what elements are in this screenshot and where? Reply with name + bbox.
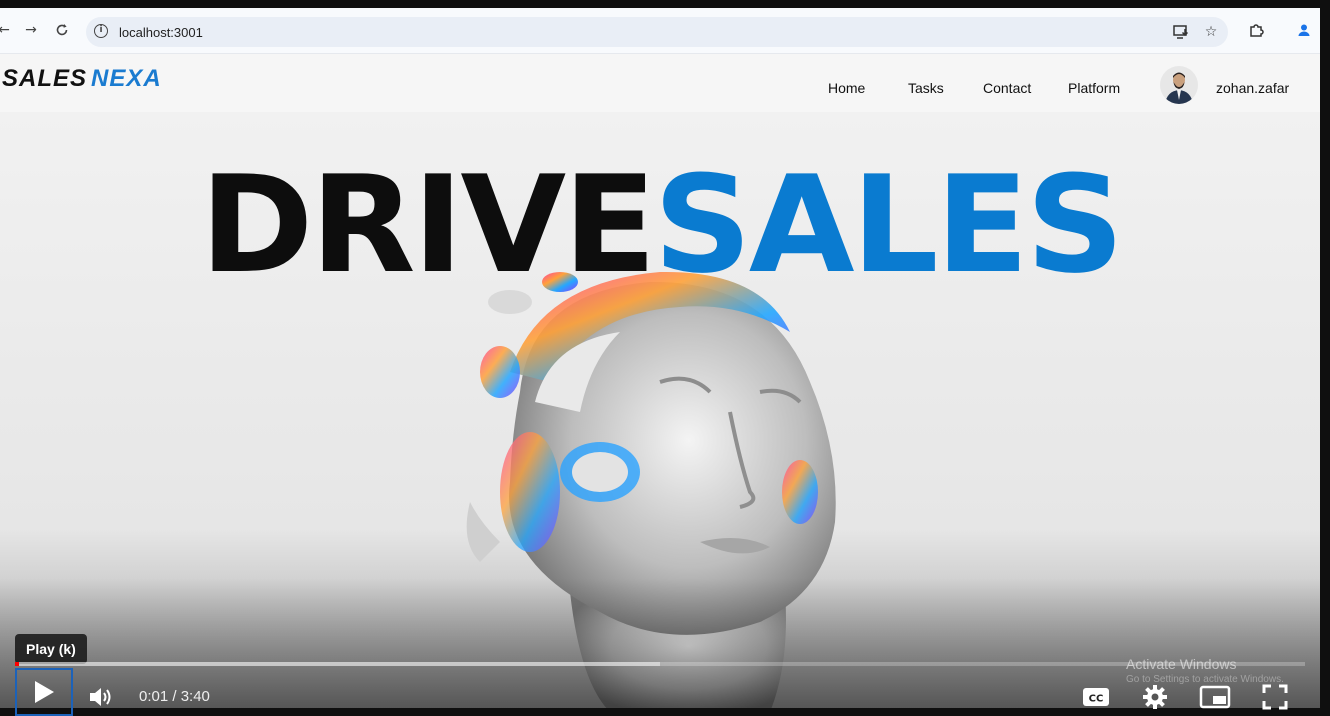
back-arrow-icon: ← [0, 22, 10, 38]
site-header: SALES NEXA Home Tasks Contact Platform z… [0, 54, 1320, 112]
miniplayer-icon [1199, 685, 1231, 709]
nav-platform: Platform [1068, 80, 1121, 96]
fullscreen-button[interactable] [1260, 682, 1290, 712]
nav-tasks: Tasks [908, 80, 944, 96]
install-app-icon [1172, 23, 1190, 41]
captions-button[interactable]: CC [1080, 684, 1112, 710]
address-url: localhost:3001 [119, 25, 203, 40]
fullscreen-icon [1262, 684, 1288, 710]
progress-played [15, 662, 19, 666]
logo-part-nexa: NEXA [91, 65, 162, 92]
extensions-puzzle-icon [1246, 20, 1266, 40]
sales-nexa-logo: SALES NEXA [2, 64, 162, 94]
forward-arrow-icon: → [25, 22, 37, 38]
settings-button[interactable] [1140, 682, 1170, 712]
settings-gear-icon [1143, 685, 1167, 709]
play-tooltip: Play (k) [15, 634, 87, 664]
site-info-icon: i [94, 24, 108, 38]
volume-icon [90, 688, 111, 706]
miniplayer-button[interactable] [1198, 684, 1232, 710]
volume-button[interactable] [86, 684, 116, 710]
logo-part-sales: SALES [2, 65, 88, 92]
svg-text:CC: CC [1089, 694, 1104, 705]
progress-bar[interactable] [15, 662, 1305, 666]
address-bar: i localhost:3001 ☆ [86, 17, 1228, 47]
nav-home: Home [828, 80, 866, 96]
play-button[interactable] [15, 668, 73, 716]
bookmark-star-icon: ☆ [1204, 24, 1218, 40]
progress-buffered [15, 662, 660, 666]
username: zohan.zafar [1216, 80, 1290, 96]
user-avatar [1160, 66, 1198, 104]
profile-icon [1294, 20, 1314, 40]
nav-contact: Contact [983, 80, 1032, 96]
play-icon [35, 681, 54, 703]
browser-toolbar: ← → i localhost:3001 ☆ [0, 8, 1320, 54]
reload-icon [52, 20, 72, 40]
video-player-frame: ← → i localhost:3001 ☆ SALES NEXA Home T… [0, 0, 1330, 716]
time-display: 0:01 / 3:40 [139, 688, 210, 705]
video-viewport[interactable]: ← → i localhost:3001 ☆ SALES NEXA Home T… [0, 8, 1320, 708]
captions-icon: CC [1083, 688, 1109, 706]
